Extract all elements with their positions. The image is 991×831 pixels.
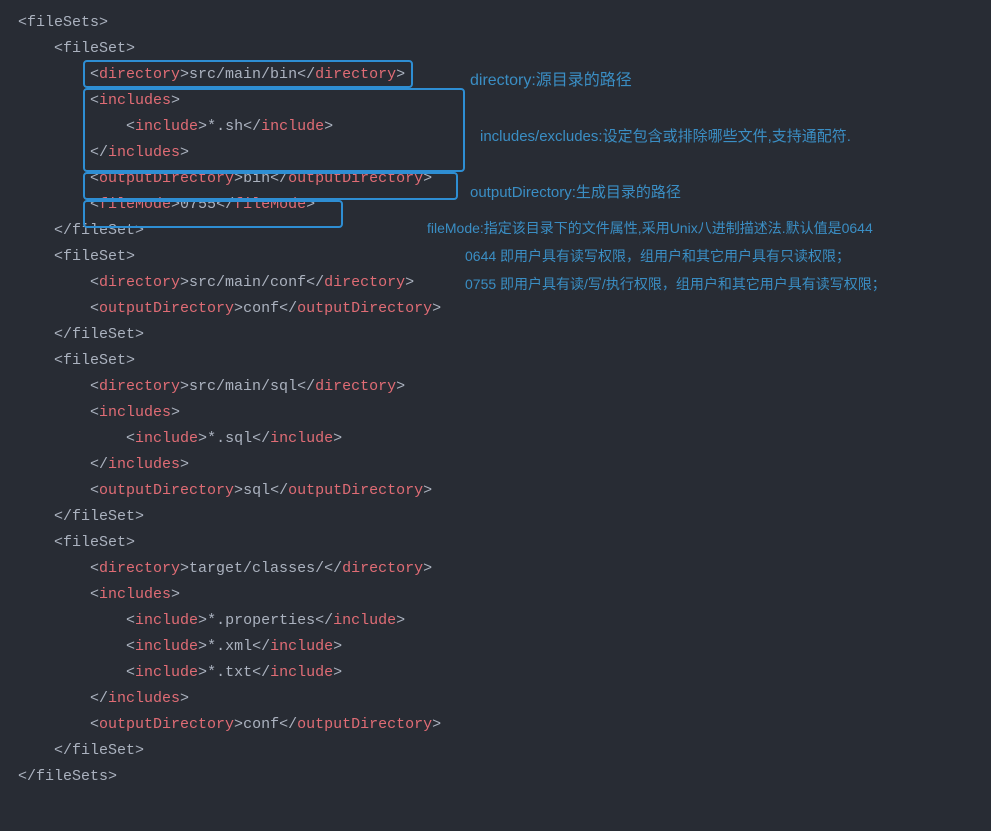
xml-line: <directory>target/classes/</directory> [18,560,432,577]
xml-line: <directory>src/main/conf</directory> [18,274,414,291]
xml-line: </fileSet> [18,508,144,525]
xml-line: <directory>src/main/sql</directory> [18,378,405,395]
xml-line: <outputDirectory>conf</outputDirectory> [18,300,441,317]
xml-line: <includes> [18,404,180,421]
annotation-filemode-1: fileMode:指定该目录下的文件属性,采用Unix八进制描述法.默认值是06… [427,215,873,241]
xml-line: </includes> [18,456,189,473]
xml-line: <fileSets> [18,14,108,31]
xml-line: <fileSet> [18,534,135,551]
xml-line: <outputDirectory>sql</outputDirectory> [18,482,432,499]
xml-line: </includes> [18,690,189,707]
xml-line: <fileSet> [18,40,135,57]
xml-line: </fileSet> [18,326,144,343]
xml-line: <include>*.sql</include> [18,430,342,447]
xml-line: <includes> [18,586,180,603]
annotation-includes: includes/excludes:设定包含或排除哪些文件,支持通配符. [480,124,851,150]
annotation-filemode-3: 0755 即用户具有读/写/执行权限，组用户和其它用户具有读写权限； [465,271,886,297]
xml-line: </fileSets> [18,768,117,785]
annotation-outputdirectory: outputDirectory:生成目录的路径 [470,180,681,206]
highlight-box-outputdirectory [83,172,458,200]
xml-line: <fileSet> [18,248,135,265]
xml-line: </fileSet> [18,742,144,759]
annotation-directory: directory:源目录的路径 [470,68,632,94]
xml-line: <include>*.properties</include> [18,612,405,629]
xml-line: <include>*.txt</include> [18,664,342,681]
xml-line: <fileSet> [18,352,135,369]
highlight-box-directory [83,60,413,88]
annotation-filemode-2: 0644 即用户具有读写权限，组用户和其它用户具有只读权限； [465,243,850,269]
xml-line: <outputDirectory>conf</outputDirectory> [18,716,441,733]
xml-line: <include>*.xml</include> [18,638,342,655]
highlight-box-includes [83,88,465,172]
highlight-box-filemode [83,200,343,228]
